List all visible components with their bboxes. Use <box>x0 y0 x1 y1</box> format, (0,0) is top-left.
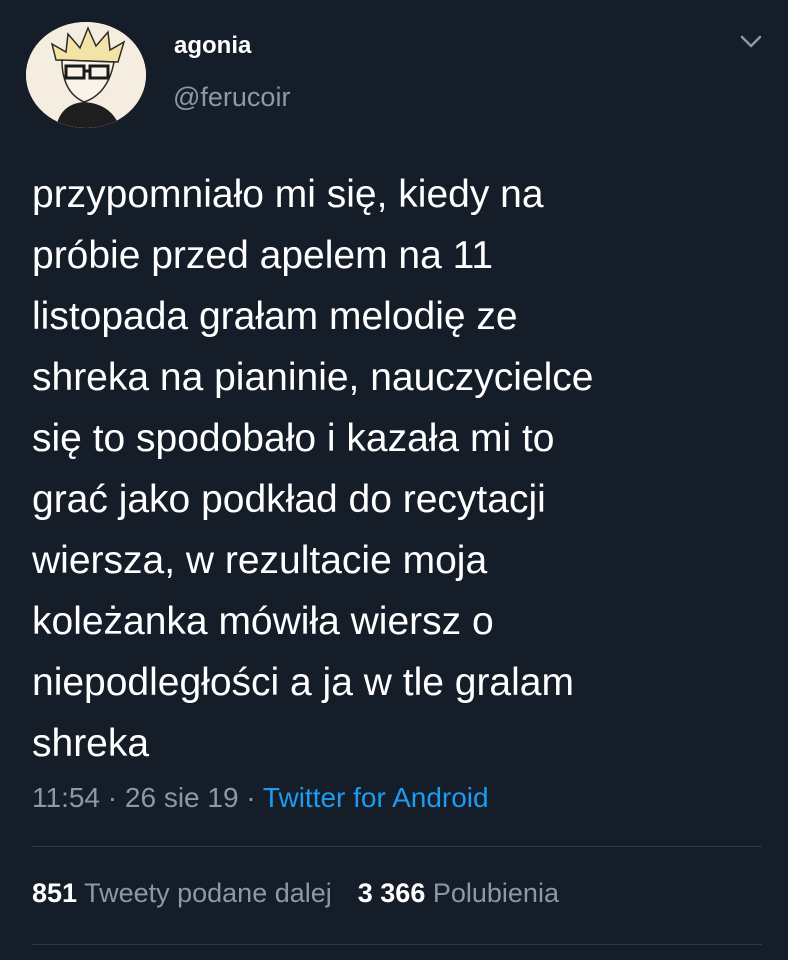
tweet-meta: 11:54 · 26 sie 19 · Twitter for Android <box>32 782 489 814</box>
chevron-down-icon[interactable] <box>737 30 765 52</box>
tweet-source-link[interactable]: Twitter for Android <box>263 782 489 813</box>
tweet-date[interactable]: 26 sie 19 <box>125 782 239 813</box>
display-name[interactable]: agonia <box>174 32 251 60</box>
tweet-time[interactable]: 11:54 <box>32 782 100 813</box>
retweets-count: 851 <box>32 878 78 908</box>
user-handle[interactable]: @ferucoir <box>173 82 290 113</box>
likes-label: Polubienia <box>432 878 559 908</box>
retweets-stat[interactable]: 851 Tweety podane dalej <box>32 878 332 908</box>
likes-count: 3 366 <box>357 878 426 908</box>
divider <box>32 846 762 847</box>
meta-separator: · <box>100 782 125 813</box>
retweets-label: Tweety podane dalej <box>84 878 332 908</box>
divider <box>32 944 762 945</box>
tweet-stats: 851 Tweety podane dalej 3 366 Polubienia <box>32 878 559 909</box>
tweet-text: przypomniało mi się, kiedy na próbie prz… <box>32 173 594 765</box>
meta-separator: · <box>238 782 263 813</box>
avatar[interactable] <box>26 22 146 128</box>
likes-stat[interactable]: 3 366 Polubienia <box>358 878 559 908</box>
tweet: agonia @ferucoir przypomniało mi się, ki… <box>0 0 788 960</box>
